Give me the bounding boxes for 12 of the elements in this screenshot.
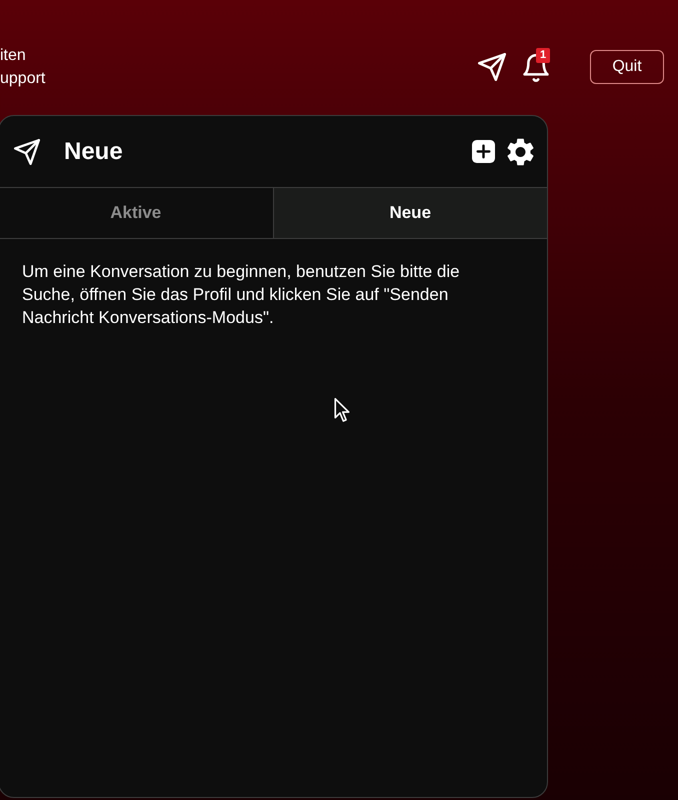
quit-button[interactable]: Quit bbox=[590, 50, 664, 84]
panel-title: Neue bbox=[64, 136, 123, 166]
instruction-text: Um eine Konversation zu beginnen, benutzen Sie bitte die Suche, öffnen Sie das Profil und klicken Sie auf "Senden Nachricht Konversations-Modus". bbox=[22, 261, 461, 329]
send-icon[interactable] bbox=[478, 53, 506, 81]
tab[interactable]: Neue bbox=[274, 188, 547, 238]
nav-link[interactable]: iten bbox=[0, 44, 46, 67]
add-icon[interactable] bbox=[472, 140, 495, 163]
nav-link[interactable]: upport bbox=[0, 67, 46, 90]
settings-icon[interactable] bbox=[507, 138, 534, 166]
send-icon bbox=[14, 138, 40, 164]
mouse-pointer-icon bbox=[334, 398, 350, 422]
notification-badge: 1 bbox=[536, 48, 550, 63]
